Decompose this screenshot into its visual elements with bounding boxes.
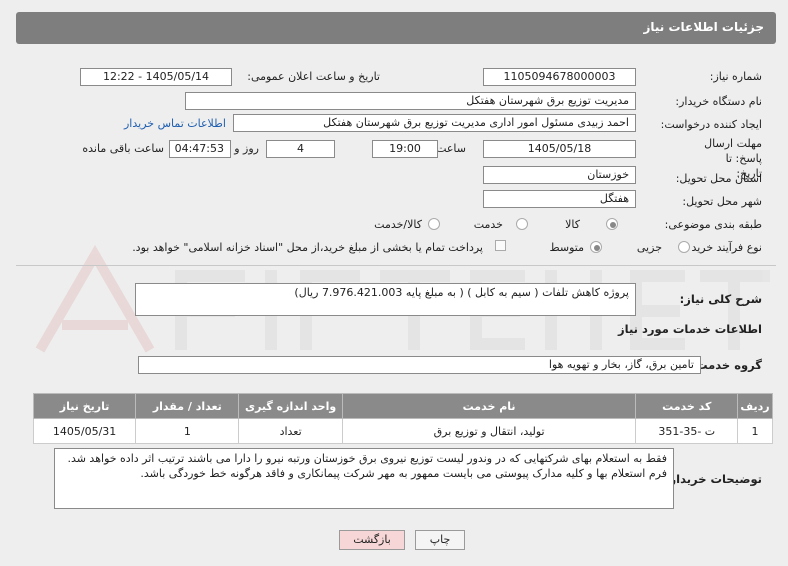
process-option-minor: جزیی xyxy=(636,241,662,254)
print-button[interactable]: چاپ xyxy=(415,530,465,550)
cell-quantity: 1 xyxy=(135,418,240,444)
remaining-time-label: ساعت باقی مانده xyxy=(82,142,164,155)
process-label: نوع فرآیند خرید : xyxy=(684,241,762,254)
cell-row-index: 1 xyxy=(737,418,773,444)
buyer-contact-link[interactable]: اطلاعات تماس خریدار xyxy=(124,117,226,130)
creator-label: ایجاد کننده درخواست: xyxy=(660,118,762,131)
creator-field[interactable]: احمد زبیدی مسئول امور اداری مدیریت توزیع… xyxy=(233,114,636,132)
services-section-title: اطلاعات خدمات مورد نیاز xyxy=(618,322,762,336)
category-option-goods-service: کالا/خدمت xyxy=(374,218,422,231)
city-label: شهر محل تحویل: xyxy=(682,195,762,208)
col-row-index: ردیف xyxy=(737,393,773,419)
buyer-notes-label: توضیحات خریدار: xyxy=(664,472,762,486)
process-radio-medium[interactable] xyxy=(590,241,602,253)
cell-unit: تعداد xyxy=(238,418,343,444)
category-radio-goods-service[interactable] xyxy=(428,218,440,230)
service-group-field[interactable]: تامین برق، گاز، بخار و تهویه هوا xyxy=(138,356,701,374)
payment-note: پرداخت تمام یا بخشی از مبلغ خرید،از محل … xyxy=(132,241,483,254)
buyer-notes-line-1: فقط به استعلام بهای شرکتهایی که در وندور… xyxy=(67,452,667,465)
city-field[interactable]: هفتگل xyxy=(483,190,636,208)
deadline-date-field[interactable]: 1405/05/18 xyxy=(483,140,636,158)
service-group-label: گروه خدمت: xyxy=(691,358,762,372)
services-table-header: ردیف کد خدمت نام خدمت واحد اندازه گیری ت… xyxy=(32,393,773,419)
need-number-field[interactable]: 1105094678000003 xyxy=(483,68,636,86)
buyer-notes-textarea[interactable]: فقط به استعلام بهای شرکتهایی که در وندور… xyxy=(54,448,674,509)
col-quantity: تعداد / مقدار xyxy=(135,393,240,419)
treasury-payment-checkbox[interactable] xyxy=(495,240,506,251)
deadline-time-field[interactable]: 19:00 xyxy=(372,140,438,158)
cell-service-code: ت -35-351 xyxy=(635,418,739,444)
category-option-service: خدمت xyxy=(473,218,503,231)
col-unit: واحد اندازه گیری xyxy=(238,393,343,419)
buyer-notes-line-2: فرم استعلام بها و کلیه مدارک پیوستی می ب… xyxy=(140,467,667,480)
cell-service-name: تولید، انتقال و توزیع برق xyxy=(341,418,637,444)
remaining-days-field[interactable]: 4 xyxy=(266,140,335,158)
buyer-org-field[interactable]: مدیریت توزیع برق شهرستان هفتکل xyxy=(185,92,636,110)
category-radio-goods[interactable] xyxy=(606,218,618,230)
page-title: جزئیات اطلاعات نیاز xyxy=(643,20,764,34)
buyer-org-label: نام دستگاه خریدار: xyxy=(675,95,762,108)
province-label: استان محل تحویل: xyxy=(675,172,762,185)
process-option-medium: متوسط xyxy=(549,241,584,254)
services-table: ردیف کد خدمت نام خدمت واحد اندازه گیری ت… xyxy=(32,393,773,444)
summary-textarea[interactable]: پروژه کاهش تلفات ( سیم به کابل ) ( به مب… xyxy=(135,283,636,316)
category-label: طبقه بندی موضوعی: xyxy=(664,218,762,231)
table-row[interactable]: 1 ت -35-351 تولید، انتقال و توزیع برق تع… xyxy=(32,418,773,444)
page-header: جزئیات اطلاعات نیاز xyxy=(16,12,776,44)
province-field[interactable]: خوزستان xyxy=(483,166,636,184)
col-need-date: تاریخ نیاز xyxy=(32,393,137,419)
process-radio-minor[interactable] xyxy=(678,241,690,253)
announce-datetime-field[interactable]: 1405/05/14 - 12:22 xyxy=(80,68,232,86)
cell-need-date: 1405/05/31 xyxy=(32,418,137,444)
days-label: روز و xyxy=(234,142,259,155)
back-button[interactable]: بازگشت xyxy=(339,530,405,550)
remaining-time-field[interactable]: 04:47:53 xyxy=(169,140,231,158)
category-option-goods: کالا xyxy=(565,218,580,231)
announce-datetime-label: تاریخ و ساعت اعلان عمومی: xyxy=(247,70,380,83)
need-number-label: شماره نیاز: xyxy=(709,70,762,83)
col-service-name: نام خدمت xyxy=(341,393,637,419)
section-divider xyxy=(16,265,776,266)
summary-text: پروژه کاهش تلفات ( سیم به کابل ) ( به مب… xyxy=(294,286,629,299)
summary-label: شرح کلی نیاز: xyxy=(679,292,762,306)
deadline-time-label: ساعت xyxy=(436,142,466,155)
col-service-code: کد خدمت xyxy=(635,393,739,419)
category-radio-service[interactable] xyxy=(516,218,528,230)
